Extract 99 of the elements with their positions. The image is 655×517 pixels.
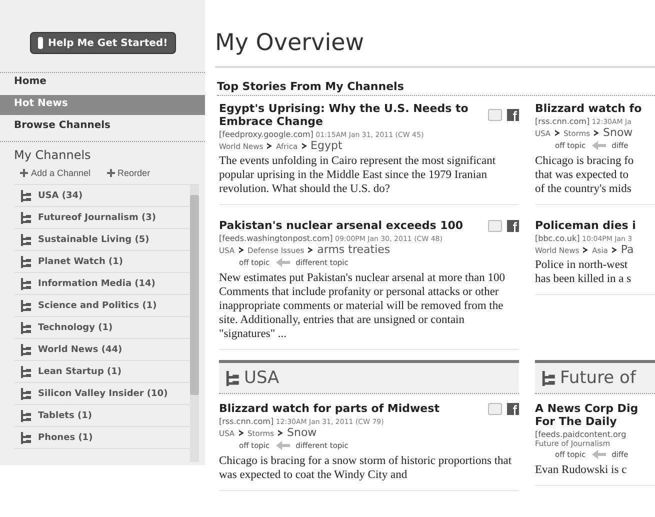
facebook-icon[interactable] [507,220,519,232]
story-summary: Chicago is bracing for a snow storm of historic proportions that was expected to coat the Windy City and [219,454,513,482]
story-title[interactable]: For The Daily [535,415,638,428]
channel-label: Futureof Journalism (3) [38,212,156,222]
channel-item[interactable]: Science and Politics (1) [14,295,190,317]
channel-label: USA (34) [38,190,83,200]
arrow-left-icon [276,441,290,450]
tree-icon [20,256,31,268]
tree-icon [20,322,31,334]
story-source: [bbc.co.uk] [535,234,580,243]
story-title[interactable]: Blizzard watch for parts of Midwest [219,402,440,415]
email-icon[interactable] [488,220,502,232]
tree-icon [541,370,555,386]
channel-item[interactable]: Silicon Valley Insider (10) [14,383,190,405]
story-summary: New estimates put Pakistan's nuclear arsenal at more than 100 Comments that include profanity or personal attacks or other inappropriate comments or material will be removed from the site. Additionally, entries that are unsigned or contain "signatures" ... [219,271,506,341]
nav-item[interactable]: Home [0,73,205,93]
page-title: My Overview [215,0,655,68]
channel-label: Technology (1) [38,322,113,332]
channel-item[interactable]: Futureof Journalism (3) [14,207,190,229]
nav-item[interactable]: Browse Channels [0,117,205,137]
plus-icon [106,169,115,177]
story-summary: has been killed in a s [535,272,632,286]
story-title[interactable]: Policeman dies i [535,219,636,232]
breadcrumb-link[interactable]: arms treaties [317,243,390,256]
story-source: [feeds.washingtonpost.com] [219,234,333,243]
channel-title: USA [244,368,280,388]
chevron-right-icon [594,130,599,136]
scrollbar[interactable] [190,185,199,462]
breadcrumb-link[interactable]: Snow [603,126,633,139]
channel-label: Planet Watch (1) [38,256,124,266]
story-summary: Evan Rudowski is c [535,463,628,477]
channel-item[interactable]: Technology (1) [14,317,190,339]
story-summary: of the country's mids [535,182,632,196]
tree-icon [20,410,31,422]
channel-item[interactable]: Planet Watch (1) [14,251,190,273]
channel-item[interactable]: Information Media (14) [14,273,190,295]
channel-item[interactable]: Lean Startup (1) [14,361,190,383]
chevron-right-icon [583,247,588,253]
tree-icon [20,432,31,444]
arrow-left-icon [276,258,290,267]
chevron-right-icon [612,247,617,253]
channel-label: Tablets (1) [38,410,92,420]
story-title[interactable]: Egypt's Uprising: Why the U.S. Needs to Embrace Change [219,102,479,128]
nav-item[interactable]: Hot News [0,95,205,115]
story-title[interactable]: Pakistan's nuclear arsenal exceeds 100 [219,219,464,232]
channel-label: Sustainable Living (5) [38,234,150,244]
channel-label: Phones (1) [38,432,93,442]
channel-title: Future of [560,368,636,388]
channel-item[interactable]: USA (34) [14,185,190,207]
chevron-right-icon [308,247,314,253]
chevron-right-icon [238,430,244,436]
facebook-icon[interactable] [507,402,519,414]
arrow-left-icon [592,450,606,459]
breadcrumb-link[interactable]: Pa [620,243,634,256]
channel-action-link[interactable]: Add a Channel [20,168,91,178]
tree-icon [225,370,239,386]
channel-action-link[interactable]: Reorder [106,168,150,178]
arrow-left-icon [592,141,606,150]
tree-icon [20,278,31,290]
channel-item[interactable]: Tablets (1) [14,405,190,427]
channel-item[interactable]: Sustainable Living (5) [14,229,190,251]
chevron-right-icon [278,430,283,436]
channel-label: Science and Politics (1) [38,300,157,310]
channel-label: Silicon Valley Insider (10) [38,388,168,398]
tree-icon [20,344,31,356]
story-summary: Police in north-west [535,258,629,272]
story-source: [feeds.paidcontent.org [535,430,626,439]
breadcrumb-link[interactable]: Egypt [310,139,342,152]
facebook-icon[interactable] [507,109,519,121]
section-title: My Channels [14,148,92,162]
story-summary: Chicago is bracing fo [535,154,635,168]
story-title[interactable]: Blizzard watch fo [535,102,642,115]
story-summary: that was expected to [535,168,630,182]
email-icon[interactable] [488,109,502,121]
tree-icon [20,212,31,224]
tree-icon [20,366,31,378]
chevron-right-icon [267,143,272,149]
channel-label: Lean Startup (1) [38,366,122,376]
channel-label: Information Media (14) [38,278,156,288]
channel-item[interactable]: Phones (1) [14,427,190,449]
story-source: [feedproxy.google.com] [219,130,314,139]
story-summary: The events unfolding in Cairo represent the most significant popular uprising in the Middle East since the 1979 Iranian revolution. What should the U.S. do? [219,154,497,196]
tree-icon [20,300,31,312]
section-title: Top Stories From My Channels [217,68,655,96]
tree-icon [20,234,31,246]
story-source: [rss.cnn.com] [219,417,274,426]
email-icon[interactable] [488,402,502,414]
plus-icon [20,169,28,177]
channel-item[interactable]: World News (44) [14,339,190,361]
tree-icon [20,388,31,400]
chevron-right-icon [302,143,307,149]
channel-label: World News (44) [38,344,122,354]
chevron-right-icon [238,247,244,253]
tree-icon [20,190,31,202]
story-source: [rss.cnn.com] [535,117,590,126]
breadcrumb-link[interactable]: Snow [287,426,317,439]
story-title[interactable]: A News Corp Dig [535,402,638,415]
help-button[interactable]: Help Me Get Started! [30,32,176,54]
chevron-right-icon [554,130,560,136]
